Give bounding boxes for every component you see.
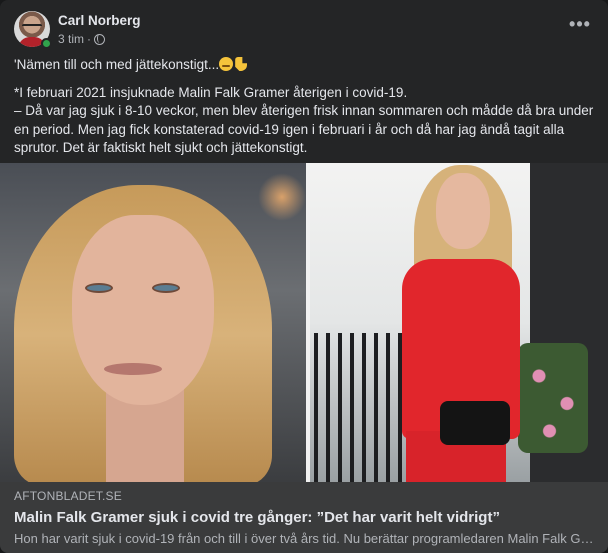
post-paragraph-2: – Då var jag sjuk i 8-10 veckor, men ble…: [14, 103, 594, 155]
post-timestamp[interactable]: 3 tim: [58, 32, 84, 46]
post-card: Carl Norberg 3 tim · ••• 'Nämen till och…: [0, 0, 608, 553]
author-name[interactable]: Carl Norberg: [58, 13, 141, 28]
portrait-photo: [0, 163, 306, 482]
link-preview-footer[interactable]: AFTONBLADET.SE Malin Falk Gramer sjuk i …: [0, 482, 608, 553]
avatar-glasses: [22, 24, 42, 29]
red-suit-photo: [310, 163, 608, 482]
post-meta: 3 tim ·: [58, 32, 106, 46]
pointing-down-emoji-icon: [235, 57, 248, 71]
post-header: Carl Norberg 3 tim · •••: [14, 11, 594, 51]
meta-separator: ·: [87, 32, 92, 46]
link-domain: AFTONBLADET.SE: [14, 489, 122, 503]
link-title[interactable]: Malin Falk Gramer sjuk i covid tre gånge…: [14, 509, 594, 526]
globe-icon: [94, 33, 106, 45]
post-body: 'Nämen till och med jättekonstigt... *I …: [14, 56, 596, 158]
post-text-intro: 'Nämen till och med jättekonstigt...: [14, 57, 220, 72]
more-options-button[interactable]: •••: [566, 15, 594, 39]
online-status-icon: [41, 38, 52, 49]
link-description: Hon har varit sjuk i covid-19 från och t…: [14, 531, 594, 546]
rolling-eyes-emoji-icon: [219, 57, 234, 71]
post-paragraph-1: *I februari 2021 insjuknade Malin Falk G…: [14, 84, 408, 100]
link-preview-image[interactable]: [0, 163, 608, 482]
post-text-line1: 'Nämen till och med jättekonstigt...: [14, 56, 596, 75]
more-options-icon: •••: [569, 14, 591, 34]
